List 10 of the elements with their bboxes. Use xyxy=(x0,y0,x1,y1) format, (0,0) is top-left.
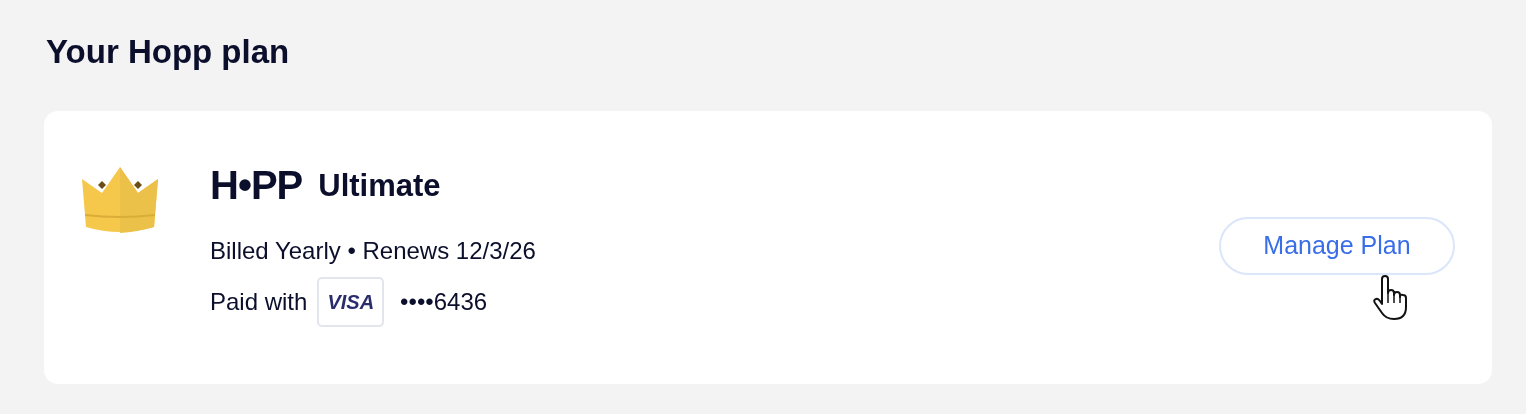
card-brand-badge: VISA xyxy=(317,277,385,327)
brand-logo: H•PP xyxy=(210,165,303,205)
crown-icon xyxy=(80,165,160,235)
billing-text: Billed Yearly • Renews 12/3/26 xyxy=(210,236,536,266)
page-heading: Your Hopp plan xyxy=(46,32,291,72)
paid-with-label: Paid with xyxy=(210,287,308,317)
plan-name: Ultimate xyxy=(318,169,441,201)
manage-plan-button[interactable]: Manage Plan xyxy=(1219,217,1455,275)
pointer-cursor-icon xyxy=(1372,275,1408,321)
card-number: ••••6436 xyxy=(400,287,488,317)
